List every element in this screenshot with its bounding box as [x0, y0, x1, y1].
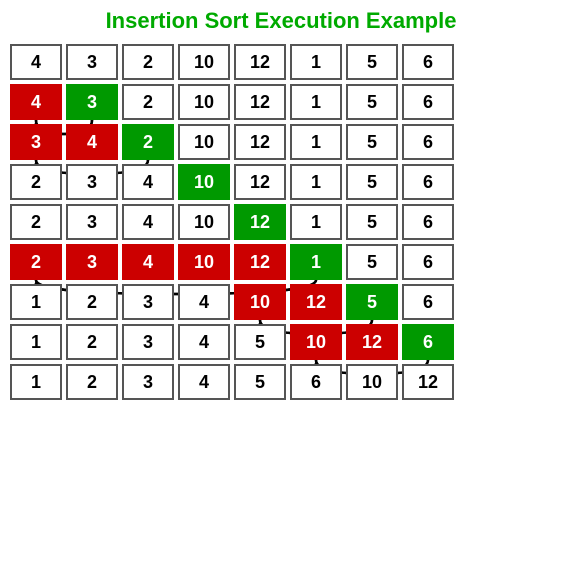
cell-r2-c2: 2 — [122, 124, 174, 160]
cell-r8-c4: 5 — [234, 364, 286, 400]
cell-r0-c1: 3 — [66, 44, 118, 80]
cell-r7-c4: 5 — [234, 324, 286, 360]
cell-r0-c2: 2 — [122, 44, 174, 80]
cell-r8-c6: 10 — [346, 364, 398, 400]
cell-r5-c6: 5 — [346, 244, 398, 280]
cell-r1-c5: 1 — [290, 84, 342, 120]
cell-r6-c0: 1 — [10, 284, 62, 320]
cell-r3-c6: 5 — [346, 164, 398, 200]
cell-r5-c1: 3 — [66, 244, 118, 280]
cell-r1-c1: 3 — [66, 84, 118, 120]
row-8: 1234561012 — [10, 364, 552, 400]
cell-r3-c7: 6 — [402, 164, 454, 200]
cell-r7-c0: 1 — [10, 324, 62, 360]
cell-r0-c7: 6 — [402, 44, 454, 80]
cell-r2-c3: 10 — [178, 124, 230, 160]
page-title: Insertion Sort Execution Example — [0, 0, 562, 40]
row-2: 3421012156 — [10, 124, 552, 160]
cell-r1-c2: 2 — [122, 84, 174, 120]
cell-r4-c0: 2 — [10, 204, 62, 240]
cell-r5-c0: 2 — [10, 244, 62, 280]
cell-r0-c3: 10 — [178, 44, 230, 80]
row-1: 4321012156 — [10, 84, 552, 120]
row-4: 2341012156 — [10, 204, 552, 240]
cell-r6-c7: 6 — [402, 284, 454, 320]
cell-r0-c6: 5 — [346, 44, 398, 80]
cell-r2-c0: 3 — [10, 124, 62, 160]
cell-r7-c2: 3 — [122, 324, 174, 360]
cell-r6-c2: 3 — [122, 284, 174, 320]
cell-r2-c5: 1 — [290, 124, 342, 160]
cell-r7-c5: 10 — [290, 324, 342, 360]
grid-container: 4321012156432101215634210121562341012156… — [0, 40, 562, 408]
row-0: 4321012156 — [10, 44, 552, 80]
cell-r7-c1: 2 — [66, 324, 118, 360]
cell-r3-c0: 2 — [10, 164, 62, 200]
cell-r8-c7: 12 — [402, 364, 454, 400]
cell-r8-c1: 2 — [66, 364, 118, 400]
row-6: 1234101256 — [10, 284, 552, 320]
cell-r5-c7: 6 — [402, 244, 454, 280]
cell-r1-c4: 12 — [234, 84, 286, 120]
row-5: 2341012156 — [10, 244, 552, 280]
cell-r8-c3: 4 — [178, 364, 230, 400]
cell-r3-c2: 4 — [122, 164, 174, 200]
cell-r1-c3: 10 — [178, 84, 230, 120]
cell-r2-c6: 5 — [346, 124, 398, 160]
cell-r5-c4: 12 — [234, 244, 286, 280]
cell-r2-c1: 4 — [66, 124, 118, 160]
cell-r0-c0: 4 — [10, 44, 62, 80]
cell-r3-c1: 3 — [66, 164, 118, 200]
cell-r5-c5: 1 — [290, 244, 342, 280]
cell-r0-c5: 1 — [290, 44, 342, 80]
cell-r8-c0: 1 — [10, 364, 62, 400]
cell-r5-c2: 4 — [122, 244, 174, 280]
row-3: 2341012156 — [10, 164, 552, 200]
cell-r6-c3: 4 — [178, 284, 230, 320]
row-7: 1234510126 — [10, 324, 552, 360]
cell-r3-c3: 10 — [178, 164, 230, 200]
cell-r1-c0: 4 — [10, 84, 62, 120]
cell-r2-c7: 6 — [402, 124, 454, 160]
cell-r3-c4: 12 — [234, 164, 286, 200]
cell-r4-c2: 4 — [122, 204, 174, 240]
cell-r7-c7: 6 — [402, 324, 454, 360]
cell-r0-c4: 12 — [234, 44, 286, 80]
cell-r1-c6: 5 — [346, 84, 398, 120]
cell-r2-c4: 12 — [234, 124, 286, 160]
cell-r1-c7: 6 — [402, 84, 454, 120]
cell-r4-c5: 1 — [290, 204, 342, 240]
cell-r4-c6: 5 — [346, 204, 398, 240]
cell-r7-c6: 12 — [346, 324, 398, 360]
cell-r5-c3: 10 — [178, 244, 230, 280]
cell-r4-c1: 3 — [66, 204, 118, 240]
cell-r3-c5: 1 — [290, 164, 342, 200]
cell-r7-c3: 4 — [178, 324, 230, 360]
cell-r4-c3: 10 — [178, 204, 230, 240]
cell-r6-c5: 12 — [290, 284, 342, 320]
cell-r8-c5: 6 — [290, 364, 342, 400]
cell-r6-c4: 10 — [234, 284, 286, 320]
cell-r4-c4: 12 — [234, 204, 286, 240]
cell-r8-c2: 3 — [122, 364, 174, 400]
cell-r4-c7: 6 — [402, 204, 454, 240]
cell-r6-c6: 5 — [346, 284, 398, 320]
cell-r6-c1: 2 — [66, 284, 118, 320]
